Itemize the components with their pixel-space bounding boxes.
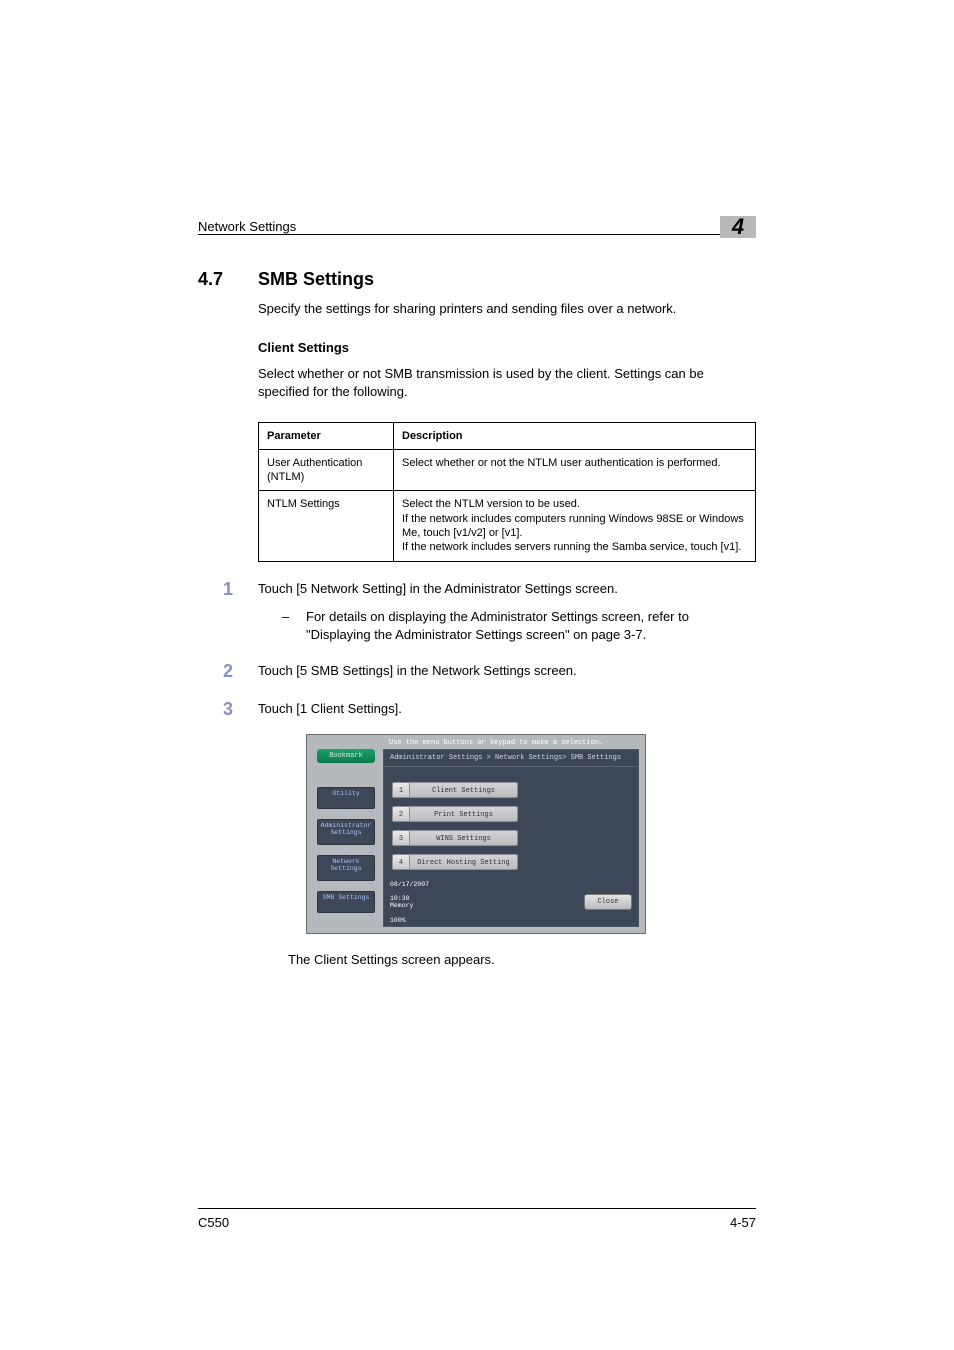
breadcrumb: Administrator Settings > Network Setting… (384, 750, 638, 767)
table-row: NTLM Settings Select the NTLM version to… (259, 491, 756, 561)
status-mem-value: 100% (390, 917, 429, 924)
panel-main-area: Administrator Settings > Network Setting… (383, 749, 639, 927)
step-number: 3 (198, 700, 258, 720)
step-text: Touch [5 SMB Settings] in the Network Se… (258, 663, 577, 678)
menu-number: 1 (392, 782, 409, 798)
header-title: Network Settings (198, 219, 296, 234)
section-number: 4.7 (198, 269, 258, 290)
table-cell-desc: Select whether or not the NTLM user auth… (394, 449, 756, 491)
arrow-down-icon: ▾ (317, 811, 375, 819)
menu-direct-hosting[interactable]: 4 Direct Hosting Setting (392, 854, 518, 870)
side-admin-settings[interactable]: Administrator Settings (317, 819, 375, 845)
step-2: 2 Touch [5 SMB Settings] in the Network … (198, 662, 756, 682)
menu-label: Direct Hosting Setting (409, 854, 518, 870)
section-heading: 4.7 SMB Settings (198, 269, 756, 290)
step-1: 1 Touch [5 Network Setting] in the Admin… (198, 580, 756, 645)
step-subitem: – For details on displaying the Administ… (258, 608, 756, 644)
step-result: The Client Settings screen appears. (288, 952, 756, 967)
close-button[interactable]: Close (584, 894, 632, 910)
menu-label: Client Settings (409, 782, 518, 798)
parameter-table: Parameter Description User Authenticatio… (258, 422, 756, 562)
status-date: 08/17/2007 (390, 881, 429, 888)
footer-model: C550 (198, 1215, 229, 1230)
step-subtext: For details on displaying the Administra… (306, 608, 756, 644)
page-footer: C550 4-57 (198, 1208, 756, 1230)
table-cell-desc: Select the NTLM version to be used. If t… (394, 491, 756, 561)
side-smb-settings[interactable]: SMB Settings (317, 891, 375, 913)
printer-panel: Use the menu buttons or keypad to make a… (306, 734, 646, 934)
section-title: SMB Settings (258, 269, 374, 290)
panel-instruction: Use the menu buttons or keypad to make a… (389, 739, 639, 747)
section-intro: Specify the settings for sharing printer… (258, 300, 756, 318)
menu-number: 2 (392, 806, 409, 822)
status-time: 10:30 (390, 895, 429, 902)
panel-status-bar: 08/17/2007 10:30 Memory 100% Close (390, 881, 632, 924)
footer-page: 4-57 (730, 1215, 756, 1230)
menu-label: WINS Settings (409, 830, 518, 846)
arrow-down-icon: ▾ (317, 883, 375, 891)
menu-print-settings[interactable]: 2 Print Settings (392, 806, 518, 822)
status-mem-label: Memory (390, 902, 429, 909)
table-cell-param: User Authentication (NTLM) (259, 449, 394, 491)
table-head-param: Parameter (259, 422, 394, 449)
panel-side-nav: Utility ▾ Administrator Settings ▾ Netwo… (317, 787, 375, 915)
menu-wins-settings[interactable]: 3 WINS Settings (392, 830, 518, 846)
dash-icon: – (258, 608, 306, 644)
step-text: Touch [5 Network Setting] in the Adminis… (258, 581, 618, 596)
side-network-settings[interactable]: Network Settings (317, 855, 375, 881)
bookmark-button[interactable]: Bookmark (317, 749, 375, 763)
menu-label: Print Settings (409, 806, 518, 822)
table-head-desc: Description (394, 422, 756, 449)
status-info: 08/17/2007 10:30 Memory 100% (390, 881, 429, 924)
menu-client-settings[interactable]: 1 Client Settings (392, 782, 518, 798)
step-number: 1 (198, 580, 258, 645)
panel-menu-list: 1 Client Settings 2 Print Settings 3 WIN… (384, 782, 518, 878)
table-row: User Authentication (NTLM) Select whethe… (259, 449, 756, 491)
step-3: 3 Touch [1 Client Settings]. (198, 700, 756, 720)
step-number: 2 (198, 662, 258, 682)
menu-number: 4 (392, 854, 409, 870)
menu-number: 3 (392, 830, 409, 846)
page-header: Network Settings 4 (198, 210, 756, 235)
chapter-number: 4 (720, 216, 756, 238)
step-text: Touch [1 Client Settings]. (258, 701, 402, 716)
side-utility[interactable]: Utility (317, 787, 375, 809)
subsection-intro: Select whether or not SMB transmission i… (258, 365, 756, 401)
arrow-down-icon: ▾ (317, 847, 375, 855)
subsection-title: Client Settings (258, 340, 756, 355)
table-cell-param: NTLM Settings (259, 491, 394, 561)
